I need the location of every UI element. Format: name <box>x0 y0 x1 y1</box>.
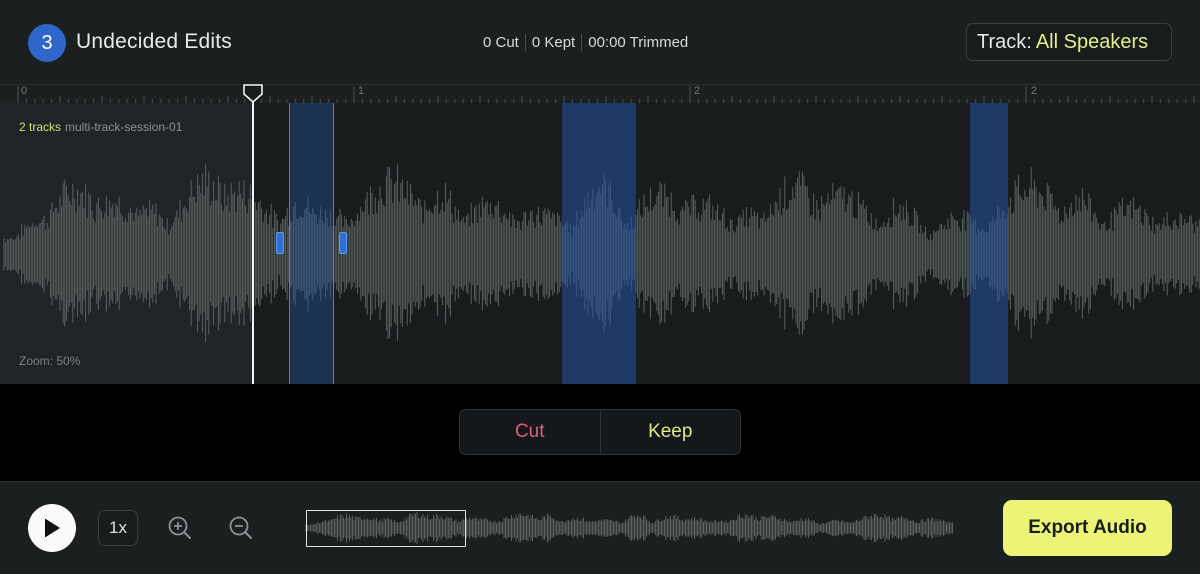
track-selector-value: All Speakers <box>1035 30 1149 53</box>
header-bar: 3 Undecided Edits 0 Cut 0 Kept 00:00 Tri… <box>0 0 1200 84</box>
zoom-level: Zoom: 50% <box>19 354 81 368</box>
stat-divider <box>581 34 583 51</box>
ruler-label: 2 <box>694 85 701 97</box>
edit-region-selected[interactable] <box>289 103 334 384</box>
region-end-handle[interactable] <box>339 232 347 254</box>
stat-divider <box>524 34 526 51</box>
session-name: multi-track-session-01 <box>65 120 183 134</box>
zoom-out-icon[interactable] <box>227 514 255 542</box>
edit-region[interactable] <box>562 103 636 384</box>
cut-button[interactable]: Cut <box>460 410 601 454</box>
track-selector-label: Track: <box>977 30 1032 53</box>
timeline-ruler[interactable]: 0 1 2 2 <box>0 84 1200 104</box>
edit-stats: 0 Cut 0 Kept 00:00 Trimmed <box>483 34 688 51</box>
page-title: Undecided Edits <box>76 30 232 53</box>
cut-count: 0 Cut <box>483 34 519 51</box>
kept-count: 0 Kept <box>531 34 576 51</box>
zoom-in-icon[interactable] <box>166 514 194 542</box>
overview-viewport-window[interactable] <box>306 510 466 547</box>
ruler-ticks <box>17 86 1195 104</box>
edit-region[interactable] <box>970 103 1008 384</box>
track-count: 2 tracks <box>19 120 62 134</box>
ruler-label: 1 <box>358 85 365 97</box>
waveform-editor[interactable]: 2 tracks multi-track-session-01 Zoom: 50% <box>0 103 1200 384</box>
decision-toggle: Cut Keep <box>459 409 741 455</box>
playhead-line[interactable] <box>252 88 254 384</box>
export-audio-button[interactable]: Export Audio <box>1003 500 1172 556</box>
track-selector-button[interactable]: Track: All Speakers <box>966 23 1172 61</box>
ruler-label: 2 <box>1031 85 1038 97</box>
keep-button[interactable]: Keep <box>601 410 741 454</box>
play-button[interactable] <box>28 504 76 552</box>
playhead-marker-icon[interactable] <box>243 84 263 103</box>
transport-bar: 1x Export Audio <box>0 481 1200 574</box>
trimmed-duration: 00:00 Trimmed <box>588 34 689 51</box>
ruler-label: 0 <box>21 85 28 97</box>
playback-speed-button[interactable]: 1x <box>98 510 138 546</box>
track-info: 2 tracks multi-track-session-01 <box>19 120 182 134</box>
undecided-count-badge: 3 <box>28 24 66 62</box>
play-icon <box>45 518 60 538</box>
region-start-handle[interactable] <box>276 232 284 254</box>
